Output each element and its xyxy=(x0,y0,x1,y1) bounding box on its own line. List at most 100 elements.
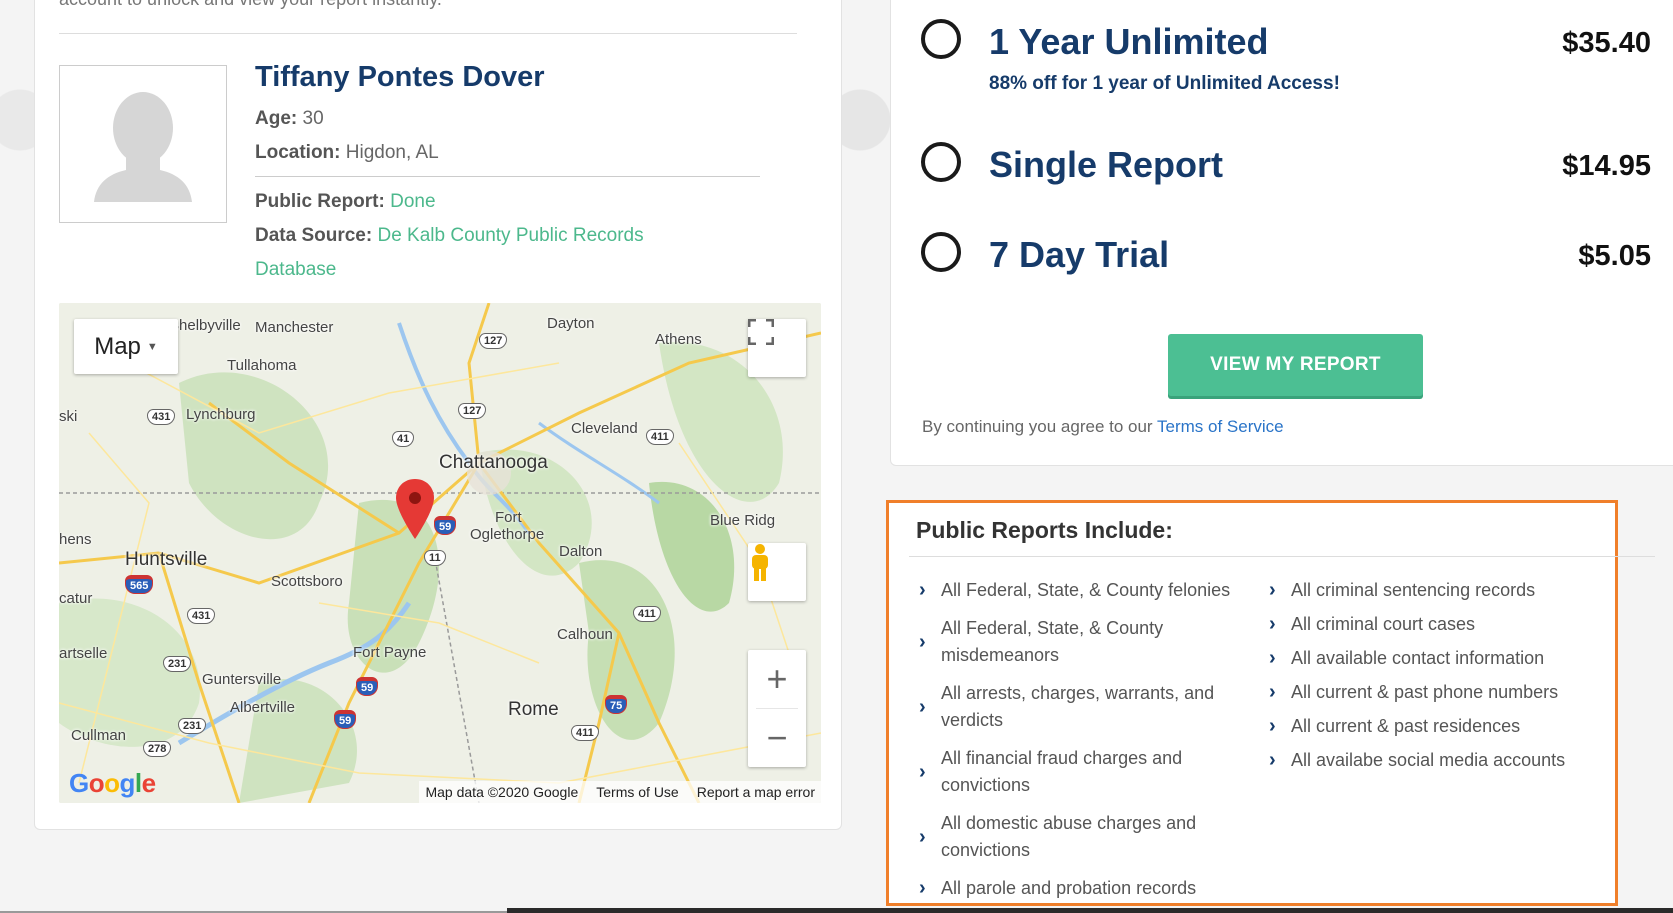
chevron-right-icon: › xyxy=(1269,613,1276,635)
list-item: › All domestic abuse charges and convicti… xyxy=(919,810,1249,864)
highway-shield: 231 xyxy=(178,718,207,734)
map-pin-icon[interactable] xyxy=(396,479,434,539)
list-item-text: All available contact information xyxy=(1291,648,1545,668)
avatar xyxy=(59,65,227,223)
list-item-text: All domestic abuse charges and convictio… xyxy=(941,813,1197,860)
map-place: Rome xyxy=(508,699,559,720)
list-item-text: All financial fraud charges and convicti… xyxy=(941,748,1183,795)
view-report-button[interactable]: VIEW MY REPORT xyxy=(1168,334,1423,396)
public-reports-box: Public Reports Include: › All Federal, St… xyxy=(886,500,1655,906)
public-report-label: Public Report: xyxy=(255,191,385,212)
map-place: Cullman xyxy=(71,727,127,744)
list-item-text: All arrests, charges, warrants, and verd… xyxy=(941,683,1215,730)
highway-shield: 565 xyxy=(125,575,154,594)
location-label: Location: xyxy=(255,142,341,163)
plan-radio[interactable] xyxy=(921,19,961,59)
plan-price: $35.40 xyxy=(1562,27,1651,59)
chevron-right-icon: › xyxy=(919,631,926,653)
map-place: Fort xyxy=(495,509,522,526)
google-logo[interactable]: Google xyxy=(69,768,156,799)
list-item-text: All current & past phone numbers xyxy=(1291,682,1559,702)
reports-list-left: › All Federal, State, & County felonies ›… xyxy=(919,577,1249,913)
map-footer: Map data ©2020 Google Terms of Use Repor… xyxy=(419,781,821,803)
location-row: Location: Higdon, AL xyxy=(255,136,760,170)
highway-shield: 11 xyxy=(424,550,446,566)
reports-list-right: › All criminal sentencing records › All cr… xyxy=(1269,577,1589,781)
list-item: › All available contact information xyxy=(1269,645,1589,672)
map-place: Lynchburg xyxy=(186,406,256,423)
map-type-button[interactable]: Map ▼ xyxy=(74,319,178,374)
plan-price: $5.05 xyxy=(1578,240,1651,272)
location-map[interactable]: Shelbyville Manchester Dayton Athens Tul… xyxy=(59,303,821,803)
pricing-card: 1 Year Unlimited 88% off for 1 year of U… xyxy=(890,0,1673,466)
terms-text: By continuing you agree to our xyxy=(922,417,1158,436)
map-place: Athens xyxy=(655,331,702,348)
map-place: artselle xyxy=(59,645,108,662)
data-source-row: Data Source: De Kalb County Public Recor… xyxy=(255,219,760,253)
terms-notice: By continuing you agree to our Terms of … xyxy=(922,417,1284,437)
map-type-label: Map xyxy=(94,332,141,360)
map-place: catur xyxy=(59,590,93,607)
plan-name: Single Report xyxy=(989,144,1224,185)
list-item-text: All Federal, State, & County felonies xyxy=(941,580,1231,600)
public-report-row: Public Report: Done xyxy=(255,185,760,219)
highway-shield: 59 xyxy=(334,710,357,729)
zoom-out-button[interactable]: − xyxy=(748,709,806,767)
public-report-status: Done xyxy=(390,191,436,212)
list-item: › All availabe social media accounts xyxy=(1269,747,1589,774)
map-place: Fort Payne xyxy=(353,644,427,661)
plan-subtitle: 88% off for 1 year of Unlimited Access! xyxy=(989,73,1340,94)
chevron-right-icon: › xyxy=(919,696,926,718)
map-place: Dayton xyxy=(547,315,595,332)
data-source-value-cont: Database xyxy=(255,259,337,280)
highway-shield: 411 xyxy=(646,429,674,445)
divider xyxy=(909,556,1655,557)
fullscreen-icon xyxy=(748,319,774,345)
plan-option[interactable]: 7 Day Trial $5.05 xyxy=(921,224,1651,284)
highway-shield: 59 xyxy=(434,516,457,535)
plan-radio[interactable] xyxy=(921,142,961,182)
plan-name: 1 Year Unlimited xyxy=(989,21,1269,62)
list-item-text: All criminal sentencing records xyxy=(1291,580,1536,600)
map-place: hens xyxy=(59,531,92,548)
map-terms-link[interactable]: Terms of Use xyxy=(596,784,678,800)
data-source-label: Data Source: xyxy=(255,225,373,246)
map-place: Dalton xyxy=(559,543,603,560)
highway-shield: 411 xyxy=(633,606,661,622)
map-place: Guntersville xyxy=(202,671,282,688)
map-place: Manchester xyxy=(255,319,334,336)
chevron-right-icon: › xyxy=(919,579,926,601)
list-item-text: All Federal, State, & County misdemeanor… xyxy=(941,618,1164,665)
zoom-in-button[interactable]: + xyxy=(748,650,806,708)
highway-shield: 59 xyxy=(356,677,379,696)
fullscreen-button[interactable] xyxy=(748,319,806,377)
age-label: Age: xyxy=(255,108,298,129)
location-value: Higdon, AL xyxy=(345,142,439,163)
list-item: › All Federal, State, & County misdemeano… xyxy=(919,615,1249,669)
plan-option[interactable]: 1 Year Unlimited 88% off for 1 year of U… xyxy=(921,11,1651,101)
age-value: 30 xyxy=(302,108,324,129)
highway-shield: 231 xyxy=(163,656,192,672)
person-silhouette-icon xyxy=(94,92,192,202)
reports-title: Public Reports Include: xyxy=(916,517,1173,543)
map-place: Huntsville xyxy=(125,549,208,570)
highway-shield: 278 xyxy=(143,741,172,757)
map-data-attribution: Map data ©2020 Google xyxy=(425,784,579,800)
list-item: › All parole and probation records xyxy=(919,875,1249,902)
street-view-button[interactable] xyxy=(748,543,806,601)
plan-option[interactable]: Single Report $14.95 xyxy=(921,134,1651,194)
list-item: › All arrests, charges, warrants, and ver… xyxy=(919,680,1249,734)
highway-shield: 431 xyxy=(187,608,216,624)
plan-radio[interactable] xyxy=(921,232,961,272)
person-name: Tiffany Pontes Dover xyxy=(255,61,545,93)
divider xyxy=(255,176,760,177)
list-item: › All Federal, State, & County felonies xyxy=(919,577,1249,604)
chevron-right-icon: › xyxy=(1269,715,1276,737)
map-place: Chattanooga xyxy=(439,452,548,473)
map-place: Tullahoma xyxy=(227,357,297,374)
report-map-error-link[interactable]: Report a map error xyxy=(697,784,815,800)
map-place: Calhoun xyxy=(557,626,613,643)
divider xyxy=(59,33,797,34)
terms-of-service-link[interactable]: Terms of Service xyxy=(1157,417,1284,436)
highway-shield: 431 xyxy=(147,409,176,425)
